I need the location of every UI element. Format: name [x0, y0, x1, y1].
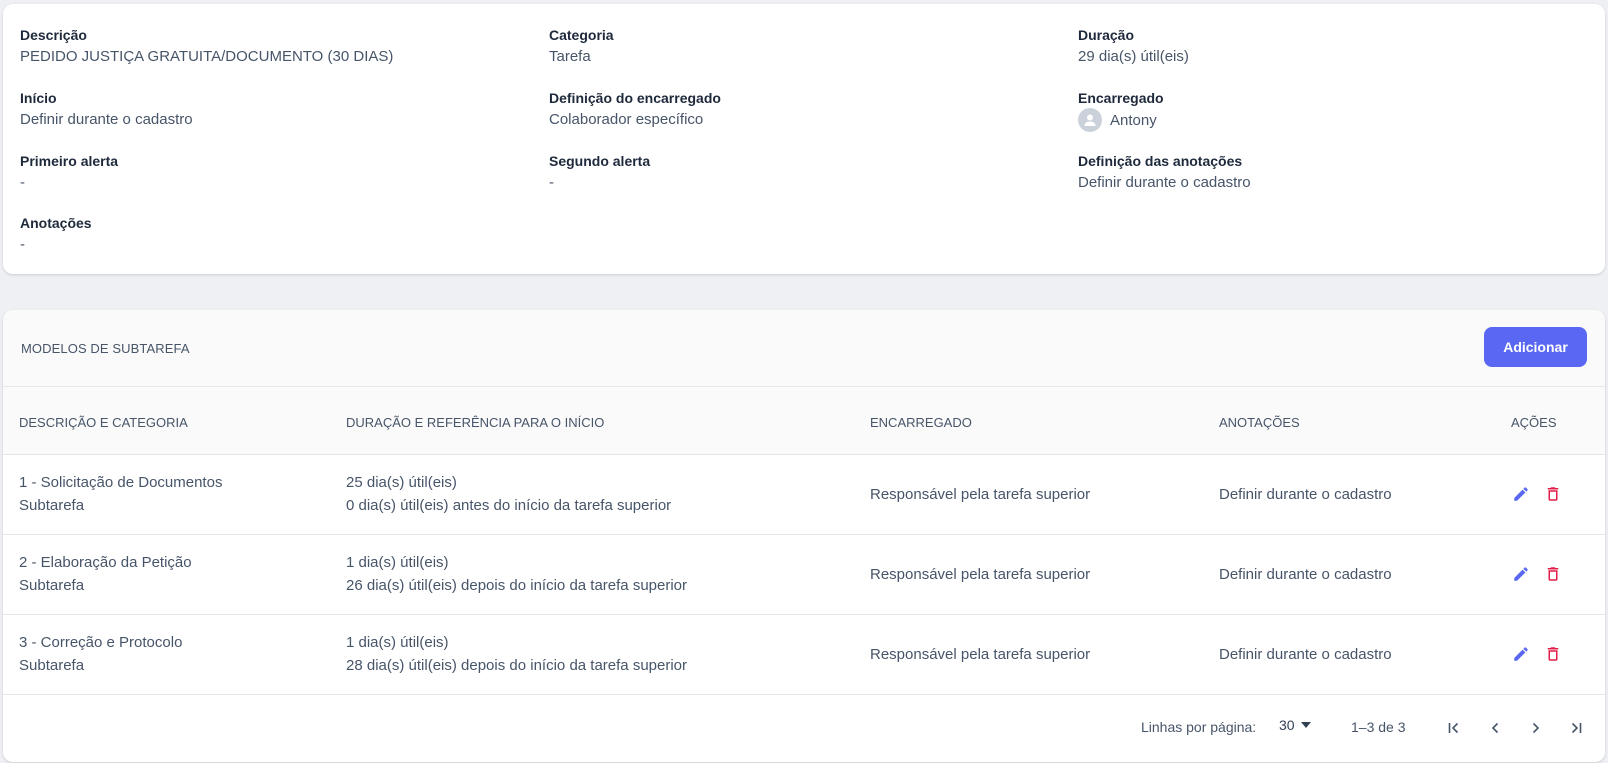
- subtask-category: Subtarefa: [19, 577, 85, 594]
- field-value: Colaborador específico: [549, 111, 704, 128]
- subtask-header: MODELOS DE SUBTAREFA Adicionar: [3, 310, 1605, 387]
- subtask-category: Subtarefa: [19, 497, 85, 514]
- subtask-start-reference: 26 dia(s) útil(eis) depois do início da …: [346, 577, 688, 594]
- field-label: Categoria: [549, 27, 614, 43]
- description-cell: 1 - Solicitação de Documentos Subtarefa: [19, 471, 222, 517]
- field-inicio: Início Definir durante o cadastro: [20, 89, 193, 130]
- duration-cell: 1 dia(s) útil(eis) 26 dia(s) útil(eis) d…: [346, 551, 687, 597]
- assignee-name: Antony: [1110, 112, 1157, 129]
- field-label: Duração: [1078, 27, 1135, 43]
- caret-down-icon: [1300, 722, 1311, 728]
- subtask-duration: 1 dia(s) útil(eis): [346, 554, 449, 571]
- field-definicao-encarregado: Definição do encarregado Colaborador esp…: [549, 89, 721, 130]
- field-duracao: Duração 29 dia(s) útil(eis): [1078, 26, 1189, 67]
- field-value: PEDIDO JUSTIÇA GRATUITA/DOCUMENTO (30 DI…: [20, 48, 394, 65]
- rows-per-page-select[interactable]: 30: [1279, 717, 1311, 733]
- notes-cell: Definir durante o cadastro: [1219, 486, 1392, 503]
- column-header: ENCARREGADO: [870, 415, 972, 430]
- pagination-range: 1–3 de 3: [1351, 719, 1406, 735]
- assignee-cell: Responsável pela tarefa superior: [870, 486, 1091, 503]
- row-actions: [1511, 484, 1563, 504]
- field-label: Encarregado: [1078, 90, 1164, 106]
- field-descricao: Descrição PEDIDO JUSTIÇA GRATUITA/DOCUME…: [20, 26, 393, 67]
- pencil-icon[interactable]: [1511, 484, 1531, 504]
- description-cell: 3 - Correção e Protocolo Subtarefa: [19, 631, 182, 677]
- subtask-duration: 1 dia(s) útil(eis): [346, 634, 449, 651]
- trash-icon[interactable]: [1543, 484, 1563, 504]
- duration-cell: 1 dia(s) útil(eis) 28 dia(s) útil(eis) d…: [346, 631, 687, 677]
- field-label: Definição das anotações: [1078, 153, 1243, 169]
- table-header: DESCRIÇÃO E CATEGORIA DURAÇÃO E REFERÊNC…: [3, 387, 1605, 455]
- field-label: Primeiro alerta: [20, 153, 119, 169]
- rows-per-page-value: 30: [1279, 717, 1295, 733]
- subtask-description: 2 - Elaboração da Petição: [19, 554, 192, 571]
- field-value: -: [549, 174, 554, 191]
- field-label: Anotações: [20, 215, 92, 231]
- duration-cell: 25 dia(s) útil(eis) 0 dia(s) útil(eis) a…: [346, 471, 671, 517]
- subtask-models-card: MODELOS DE SUBTAREFA Adicionar DESCRIÇÃO…: [3, 310, 1605, 762]
- field-label: Descrição: [20, 27, 87, 43]
- column-header: DESCRIÇÃO E CATEGORIA: [19, 415, 188, 430]
- field-value: 29 dia(s) útil(eis): [1078, 48, 1189, 65]
- assignee-cell: Responsável pela tarefa superior: [870, 566, 1091, 583]
- field-value: -: [20, 236, 25, 253]
- table-pagination: Linhas por página: 30 1–3 de 3: [3, 695, 1605, 762]
- field-encarregado: Encarregado Antony: [1078, 89, 1164, 132]
- description-cell: 2 - Elaboração da Petição Subtarefa: [19, 551, 192, 597]
- field-categoria: Categoria Tarefa: [549, 26, 614, 67]
- table-row: 2 - Elaboração da Petição Subtarefa 1 di…: [3, 535, 1605, 615]
- subtask-category: Subtarefa: [19, 657, 85, 674]
- field-definicao-anotacoes: Definição das anotações Definir durante …: [1078, 152, 1251, 193]
- column-header: DURAÇÃO E REFERÊNCIA PARA O INÍCIO: [346, 415, 605, 430]
- column-header: AÇÕES: [1511, 415, 1557, 430]
- row-actions: [1511, 644, 1563, 664]
- rows-per-page-label: Linhas por página:: [1141, 719, 1257, 735]
- user-avatar-icon: [1078, 108, 1102, 132]
- subtask-description: 1 - Solicitação de Documentos: [19, 474, 223, 491]
- table-row: 3 - Correção e Protocolo Subtarefa 1 dia…: [3, 615, 1605, 695]
- row-actions: [1511, 564, 1563, 584]
- field-value: Definir durante o cadastro: [20, 111, 193, 128]
- next-page-icon[interactable]: [1525, 717, 1547, 739]
- previous-page-icon[interactable]: [1484, 717, 1506, 739]
- field-primeiro-alerta: Primeiro alerta -: [20, 152, 118, 193]
- field-segundo-alerta: Segundo alerta -: [549, 152, 650, 193]
- first-page-icon[interactable]: [1443, 717, 1465, 739]
- add-button[interactable]: Adicionar: [1484, 327, 1587, 367]
- field-anotacoes: Anotações -: [20, 214, 92, 255]
- task-details-card: Descrição PEDIDO JUSTIÇA GRATUITA/DOCUME…: [3, 4, 1605, 274]
- subtask-description: 3 - Correção e Protocolo: [19, 634, 183, 651]
- subtask-start-reference: 28 dia(s) útil(eis) depois do início da …: [346, 657, 688, 674]
- field-label: Segundo alerta: [549, 153, 651, 169]
- notes-cell: Definir durante o cadastro: [1219, 646, 1392, 663]
- table-row: 1 - Solicitação de Documentos Subtarefa …: [3, 455, 1605, 535]
- notes-cell: Definir durante o cadastro: [1219, 566, 1392, 583]
- subtask-start-reference: 0 dia(s) útil(eis) antes do início da ta…: [346, 497, 672, 514]
- pencil-icon[interactable]: [1511, 564, 1531, 584]
- trash-icon[interactable]: [1543, 564, 1563, 584]
- assignee-cell: Responsável pela tarefa superior: [870, 646, 1091, 663]
- pencil-icon[interactable]: [1511, 644, 1531, 664]
- field-value: Tarefa: [549, 48, 591, 65]
- field-label: Início: [20, 90, 57, 106]
- field-value: -: [20, 174, 25, 191]
- column-header: ANOTAÇÕES: [1219, 415, 1300, 430]
- last-page-icon[interactable]: [1565, 717, 1587, 739]
- subtask-duration: 25 dia(s) útil(eis): [346, 474, 457, 491]
- assignee: Antony: [1078, 108, 1164, 132]
- section-title: MODELOS DE SUBTAREFA: [21, 341, 190, 356]
- trash-icon[interactable]: [1543, 644, 1563, 664]
- field-label: Definição do encarregado: [549, 90, 721, 106]
- field-value: Definir durante o cadastro: [1078, 174, 1251, 191]
